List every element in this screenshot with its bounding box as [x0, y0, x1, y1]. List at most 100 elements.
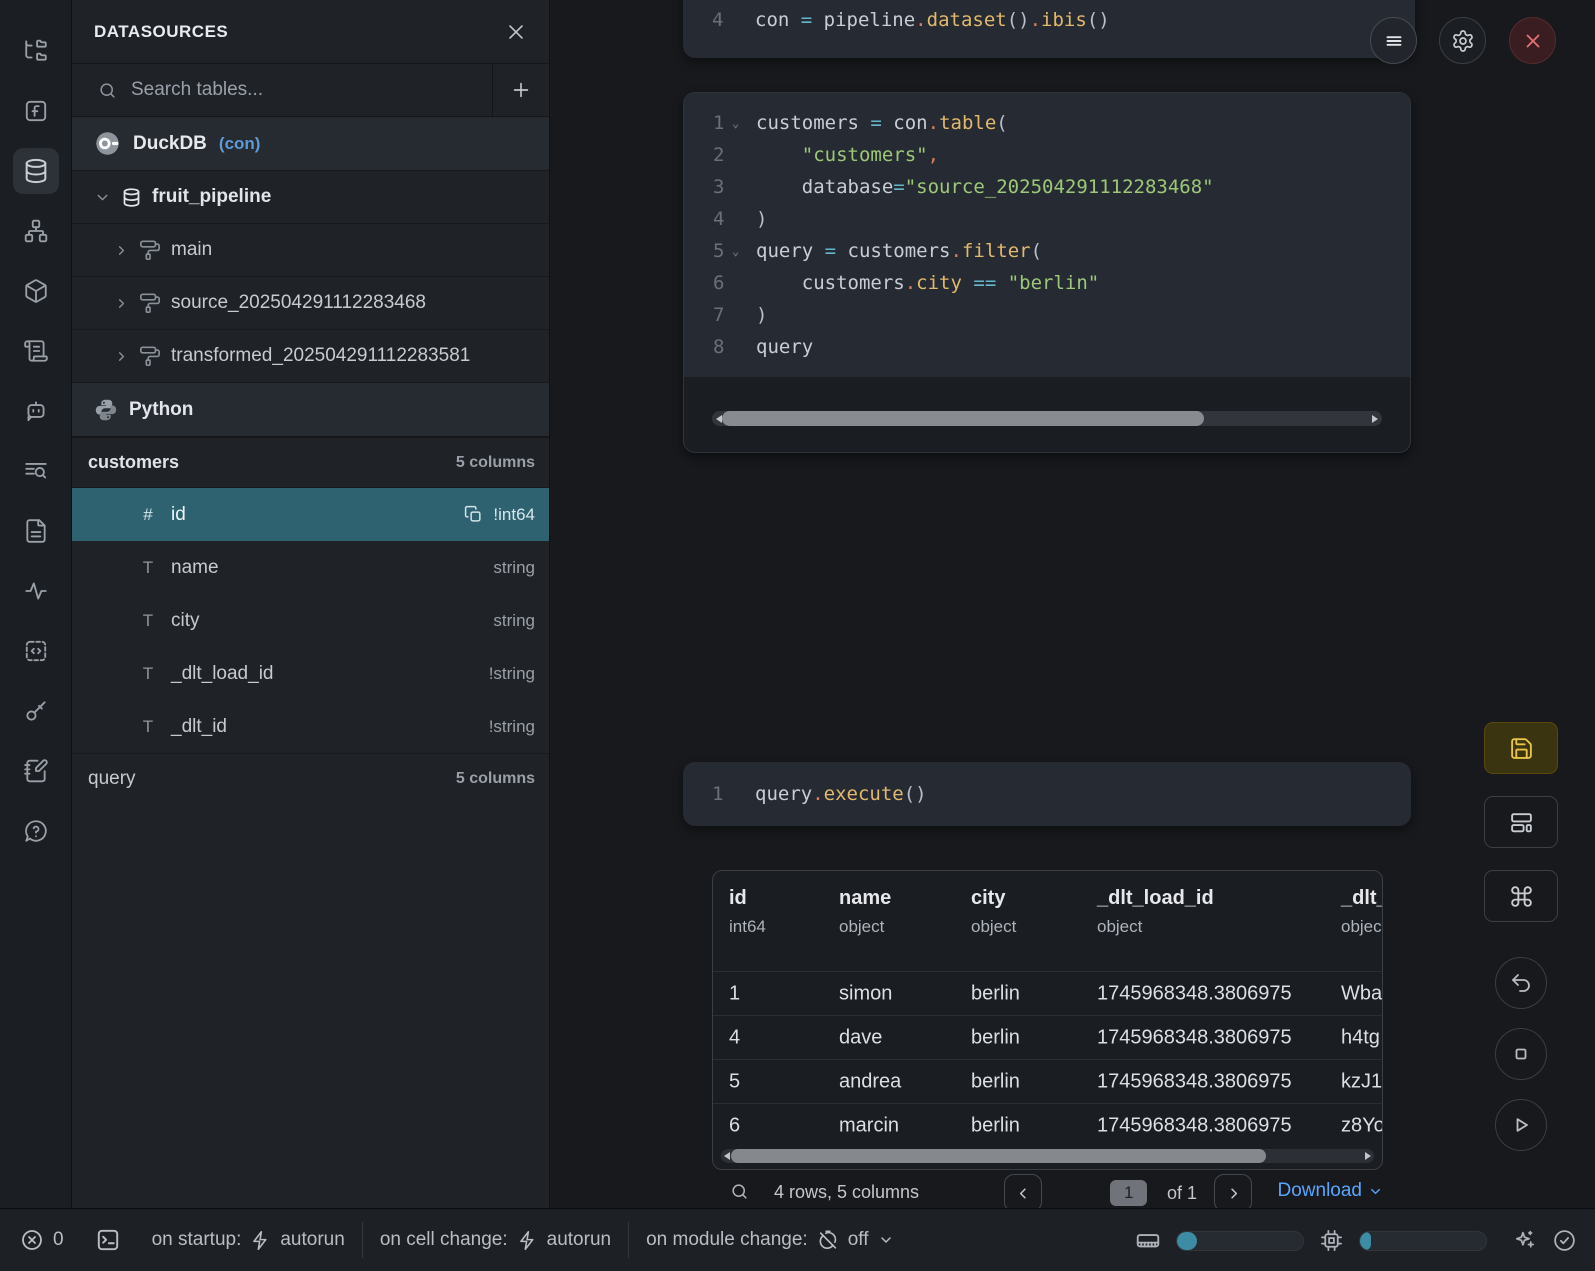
code-line[interactable]: 2 "customers", [684, 139, 1410, 171]
run-play-icon [1509, 1113, 1533, 1137]
code-line[interactable]: 7) [684, 299, 1410, 331]
close-panel-icon[interactable] [505, 21, 527, 43]
scrollbar-thumb[interactable] [731, 1149, 1266, 1163]
command-palette-icon [1509, 884, 1534, 909]
code-cell-setup[interactable]: 3pipeline = dlt.pipeline(pipeline_name="… [683, 0, 1415, 58]
sidebar-item-snippets[interactable] [13, 628, 59, 674]
scrollbar-thumb[interactable] [722, 411, 1204, 426]
python-logo-icon [94, 398, 118, 422]
next-page-button[interactable] [1214, 1174, 1252, 1208]
shutdown-button[interactable] [1509, 17, 1556, 64]
terminal-button[interactable] [95, 1227, 121, 1253]
database-small-icon [121, 187, 142, 208]
errors-indicator[interactable]: 0 [20, 1228, 64, 1252]
sidebar-item-documentation[interactable] [13, 508, 59, 554]
settings-button[interactable] [1439, 17, 1486, 64]
on-startup-setting[interactable]: on startup: autorun [152, 1229, 345, 1251]
divider [628, 1222, 629, 1258]
scroll-right-arrow-icon[interactable] [1372, 415, 1378, 423]
sidebar-item-file-tree[interactable] [13, 28, 59, 74]
duckdb-logo-icon [94, 130, 121, 157]
column-type-icon: # [138, 505, 158, 525]
table-row[interactable]: 4daveberlin1745968348.3806975h4tg [713, 1016, 1382, 1060]
horizontal-scrollbar[interactable] [712, 411, 1382, 426]
connection-row-duckdb[interactable]: DuckDB (con) [72, 117, 549, 171]
copy-icon[interactable] [464, 505, 483, 524]
command-palette-button[interactable] [1484, 870, 1558, 922]
column-type-icon: T [138, 717, 158, 737]
on-cell-change-label: on cell change: [380, 1229, 508, 1251]
sidebar-item-dependencies[interactable] [13, 208, 59, 254]
previous-page-button[interactable] [1004, 1174, 1042, 1208]
schema-name: source_202504291112283468 [171, 292, 426, 314]
column-row[interactable]: T _dlt_load_id !string [72, 647, 549, 700]
tree-item-schema[interactable]: source_202504291112283468 [72, 277, 549, 330]
code-line[interactable]: 4con = pipeline.dataset().ibis() [683, 4, 1415, 36]
table-horizontal-scrollbar[interactable] [721, 1149, 1374, 1163]
code-line[interactable]: 5⌄query = customers.filter( [684, 235, 1410, 267]
undo-button[interactable] [1495, 957, 1547, 1009]
result-column-header[interactable]: nameobject [839, 887, 891, 937]
column-dtype: string [493, 611, 535, 631]
column-row[interactable]: T name string [72, 541, 549, 594]
code-line[interactable]: 4) [684, 203, 1410, 235]
tree-item-schema[interactable]: transformed_202504291112283581 [72, 330, 549, 383]
memory-usage-meter[interactable] [1176, 1231, 1304, 1251]
code-editor[interactable]: 1⌄customers = con.table(2 "customers",3 … [684, 93, 1410, 377]
sidebar-item-logs[interactable] [13, 328, 59, 374]
column-row[interactable]: T _dlt_id !string [72, 700, 549, 753]
page-of-label: of 1 [1167, 1183, 1197, 1204]
table-row[interactable]: 5andreaberlin1745968348.3806975kzJ1 [713, 1060, 1382, 1104]
code-line[interactable]: 1⌄customers = con.table( [684, 107, 1410, 139]
autorun-off-icon [817, 1229, 839, 1251]
layout-toggle-button[interactable] [1484, 796, 1558, 848]
notebook-menu-button[interactable] [1370, 17, 1417, 64]
run-button[interactable] [1495, 1099, 1547, 1151]
code-line[interactable]: 1query.execute() [683, 778, 1411, 810]
column-row[interactable]: T city string [72, 594, 549, 647]
add-datasource-button[interactable] [492, 64, 549, 116]
download-link[interactable]: Download [1278, 1180, 1384, 1202]
code-line[interactable]: 6 customers.city == "berlin" [684, 267, 1410, 299]
sidebar-item-scratchpad[interactable] [13, 748, 59, 794]
table-row[interactable]: 6marcinberlin1745968348.3806975z8Yo [713, 1104, 1382, 1148]
result-column-header[interactable]: idint64 [729, 887, 766, 937]
scroll-right-arrow-icon[interactable] [1365, 1152, 1371, 1160]
stop-button[interactable] [1495, 1028, 1547, 1080]
row-count-summary: 4 rows, 5 columns [774, 1182, 919, 1203]
tree-item-database[interactable]: fruit_pipeline [72, 171, 549, 224]
code-line[interactable]: 3 database="source_202504291112283468" [684, 171, 1410, 203]
sidebar-item-tracing[interactable] [13, 568, 59, 614]
scroll-left-arrow-icon[interactable] [724, 1152, 730, 1160]
ai-sparkles-icon[interactable] [1512, 1228, 1537, 1253]
table-search-icon[interactable] [730, 1182, 749, 1201]
on-cell-change-setting[interactable]: on cell change: autorun [380, 1229, 611, 1251]
result-column-header[interactable]: cityobject [971, 887, 1016, 937]
sidebar-item-functions[interactable] [13, 88, 59, 134]
errors-count: 0 [53, 1229, 64, 1251]
table-header-query[interactable]: query 5 columns [72, 753, 549, 804]
sidebar-item-find[interactable] [13, 448, 59, 494]
table-row[interactable]: 1simonberlin1745968348.3806975Wba [713, 972, 1382, 1016]
tree-item-schema[interactable]: main [72, 224, 549, 277]
column-dtype: string [493, 558, 535, 578]
column-row[interactable]: # id !int64 [72, 488, 549, 541]
section-python[interactable]: Python [72, 383, 549, 437]
on-module-change-setting[interactable]: on module change: off [646, 1229, 893, 1251]
page-number[interactable]: 1 [1110, 1180, 1147, 1206]
sidebar-item-secrets[interactable] [13, 688, 59, 734]
result-column-header[interactable]: _dlt_load_idobject [1097, 887, 1214, 937]
sidebar-item-datasources[interactable] [13, 148, 59, 194]
table-header-customers[interactable]: customers 5 columns [72, 437, 549, 488]
sidebar-item-help[interactable] [13, 808, 59, 854]
code-cell-execute[interactable]: 1query.execute() [683, 762, 1411, 826]
sidebar-item-packages[interactable] [13, 268, 59, 314]
sidebar-item-chat[interactable] [13, 388, 59, 434]
search-input[interactable]: Search tables... [72, 64, 492, 116]
connected-check-icon[interactable] [1552, 1228, 1577, 1253]
schema-name: main [171, 239, 212, 261]
cpu-usage-meter[interactable] [1359, 1231, 1487, 1251]
result-column-header[interactable]: _dlt_idobject [1341, 887, 1383, 937]
code-line[interactable]: 8query [684, 331, 1410, 363]
save-button[interactable] [1484, 722, 1558, 774]
